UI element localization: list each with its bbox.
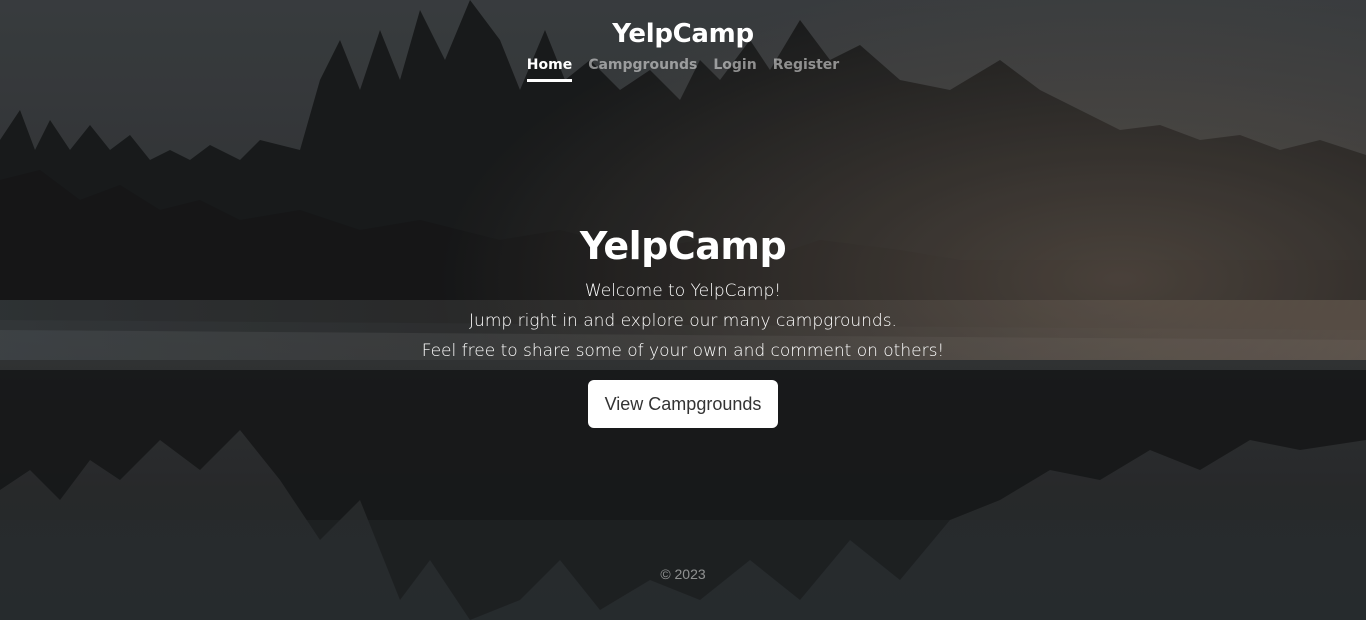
- hero-title: YelpCamp: [579, 224, 787, 268]
- hero-explore-text: Jump right in and explore our many campg…: [469, 311, 897, 331]
- site-footer: © 2023: [0, 566, 1366, 582]
- hero-share-text: Feel free to share some of your own and …: [421, 341, 945, 361]
- main-nav: Home Campgrounds Login Register: [0, 56, 1366, 82]
- landing-page: YelpCamp Home Campgrounds Login Register…: [0, 0, 1366, 620]
- brand-title[interactable]: YelpCamp: [0, 18, 1366, 50]
- hero-welcome-text: Welcome to YelpCamp!: [584, 281, 782, 301]
- nav-login-link[interactable]: Login: [713, 56, 756, 82]
- nav-campgrounds-link[interactable]: Campgrounds: [588, 56, 697, 82]
- view-campgrounds-button[interactable]: View Campgrounds: [587, 380, 779, 428]
- nav-home-link[interactable]: Home: [526, 56, 573, 82]
- site-header: YelpCamp Home Campgrounds Login Register: [0, 0, 1366, 82]
- copyright-text: © 2023: [660, 566, 706, 582]
- hero-section: YelpCamp Welcome to YelpCamp! Jump right…: [0, 222, 1366, 428]
- nav-register-link[interactable]: Register: [773, 56, 840, 82]
